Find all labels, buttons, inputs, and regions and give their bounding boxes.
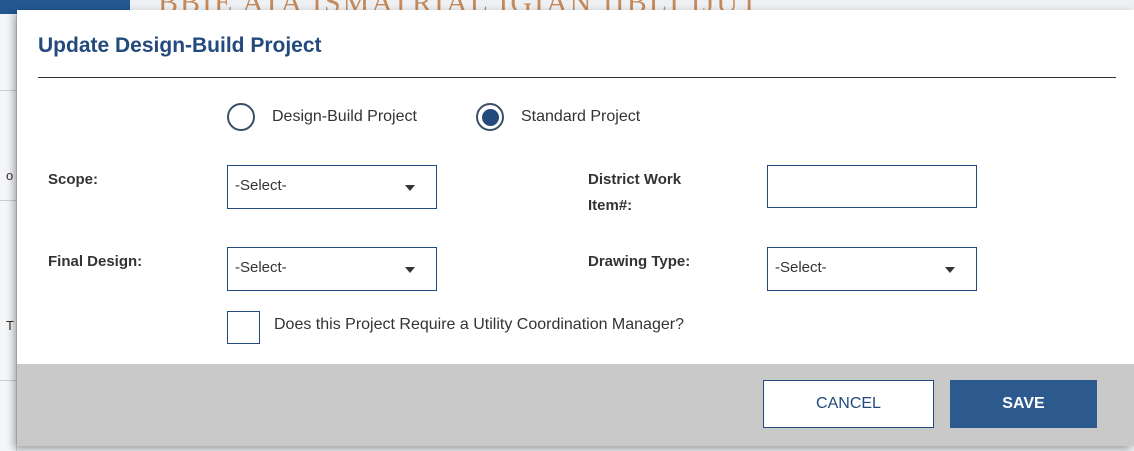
- dialog-footer: CANCEL SAVE: [17, 364, 1134, 446]
- district-work-item-label: District Work Item#:: [588, 171, 682, 214]
- drawing-type-label: Drawing Type:: [588, 253, 691, 270]
- background-divider: [0, 90, 16, 91]
- background-text-fragment: T: [6, 318, 14, 333]
- radio-design-build[interactable]: Design-Build Project: [227, 100, 417, 134]
- chevron-down-icon: [945, 267, 955, 273]
- cancel-button[interactable]: CANCEL: [763, 380, 934, 428]
- scope-label: Scope:: [48, 171, 99, 188]
- select-value: -Select-: [235, 177, 287, 194]
- utility-coordination-checkbox[interactable]: [227, 311, 260, 344]
- chevron-down-icon: [405, 185, 415, 191]
- radio-label: Standard Project: [521, 108, 641, 125]
- radio-standard[interactable]: Standard Project: [476, 100, 640, 134]
- radio-button[interactable]: [227, 103, 255, 131]
- drawing-type-select[interactable]: -Select-: [767, 247, 977, 291]
- chevron-down-icon: [405, 267, 415, 273]
- save-button[interactable]: SAVE: [950, 380, 1097, 428]
- background-sidebar: [0, 0, 17, 451]
- final-design-select[interactable]: -Select-: [227, 247, 437, 291]
- radio-selected-dot: [481, 108, 499, 126]
- background-divider: [0, 380, 16, 381]
- title-divider: [38, 77, 1116, 78]
- select-value: -Select-: [235, 259, 287, 276]
- update-project-dialog: Update Design-Build Project Design-Build…: [17, 10, 1134, 446]
- final-design-label: Final Design:: [48, 253, 143, 270]
- radio-label: Design-Build Project: [272, 108, 417, 125]
- background-text-fragment: o: [6, 168, 14, 183]
- radio-button[interactable]: [476, 103, 504, 131]
- utility-coordination-label: Does this Project Require a Utility Coor…: [274, 316, 684, 333]
- background-divider: [0, 200, 16, 201]
- select-value: -Select-: [775, 259, 827, 276]
- district-work-item-input[interactable]: [767, 165, 977, 208]
- scope-select[interactable]: -Select-: [227, 165, 437, 209]
- dialog-title: Update Design-Build Project: [38, 34, 322, 57]
